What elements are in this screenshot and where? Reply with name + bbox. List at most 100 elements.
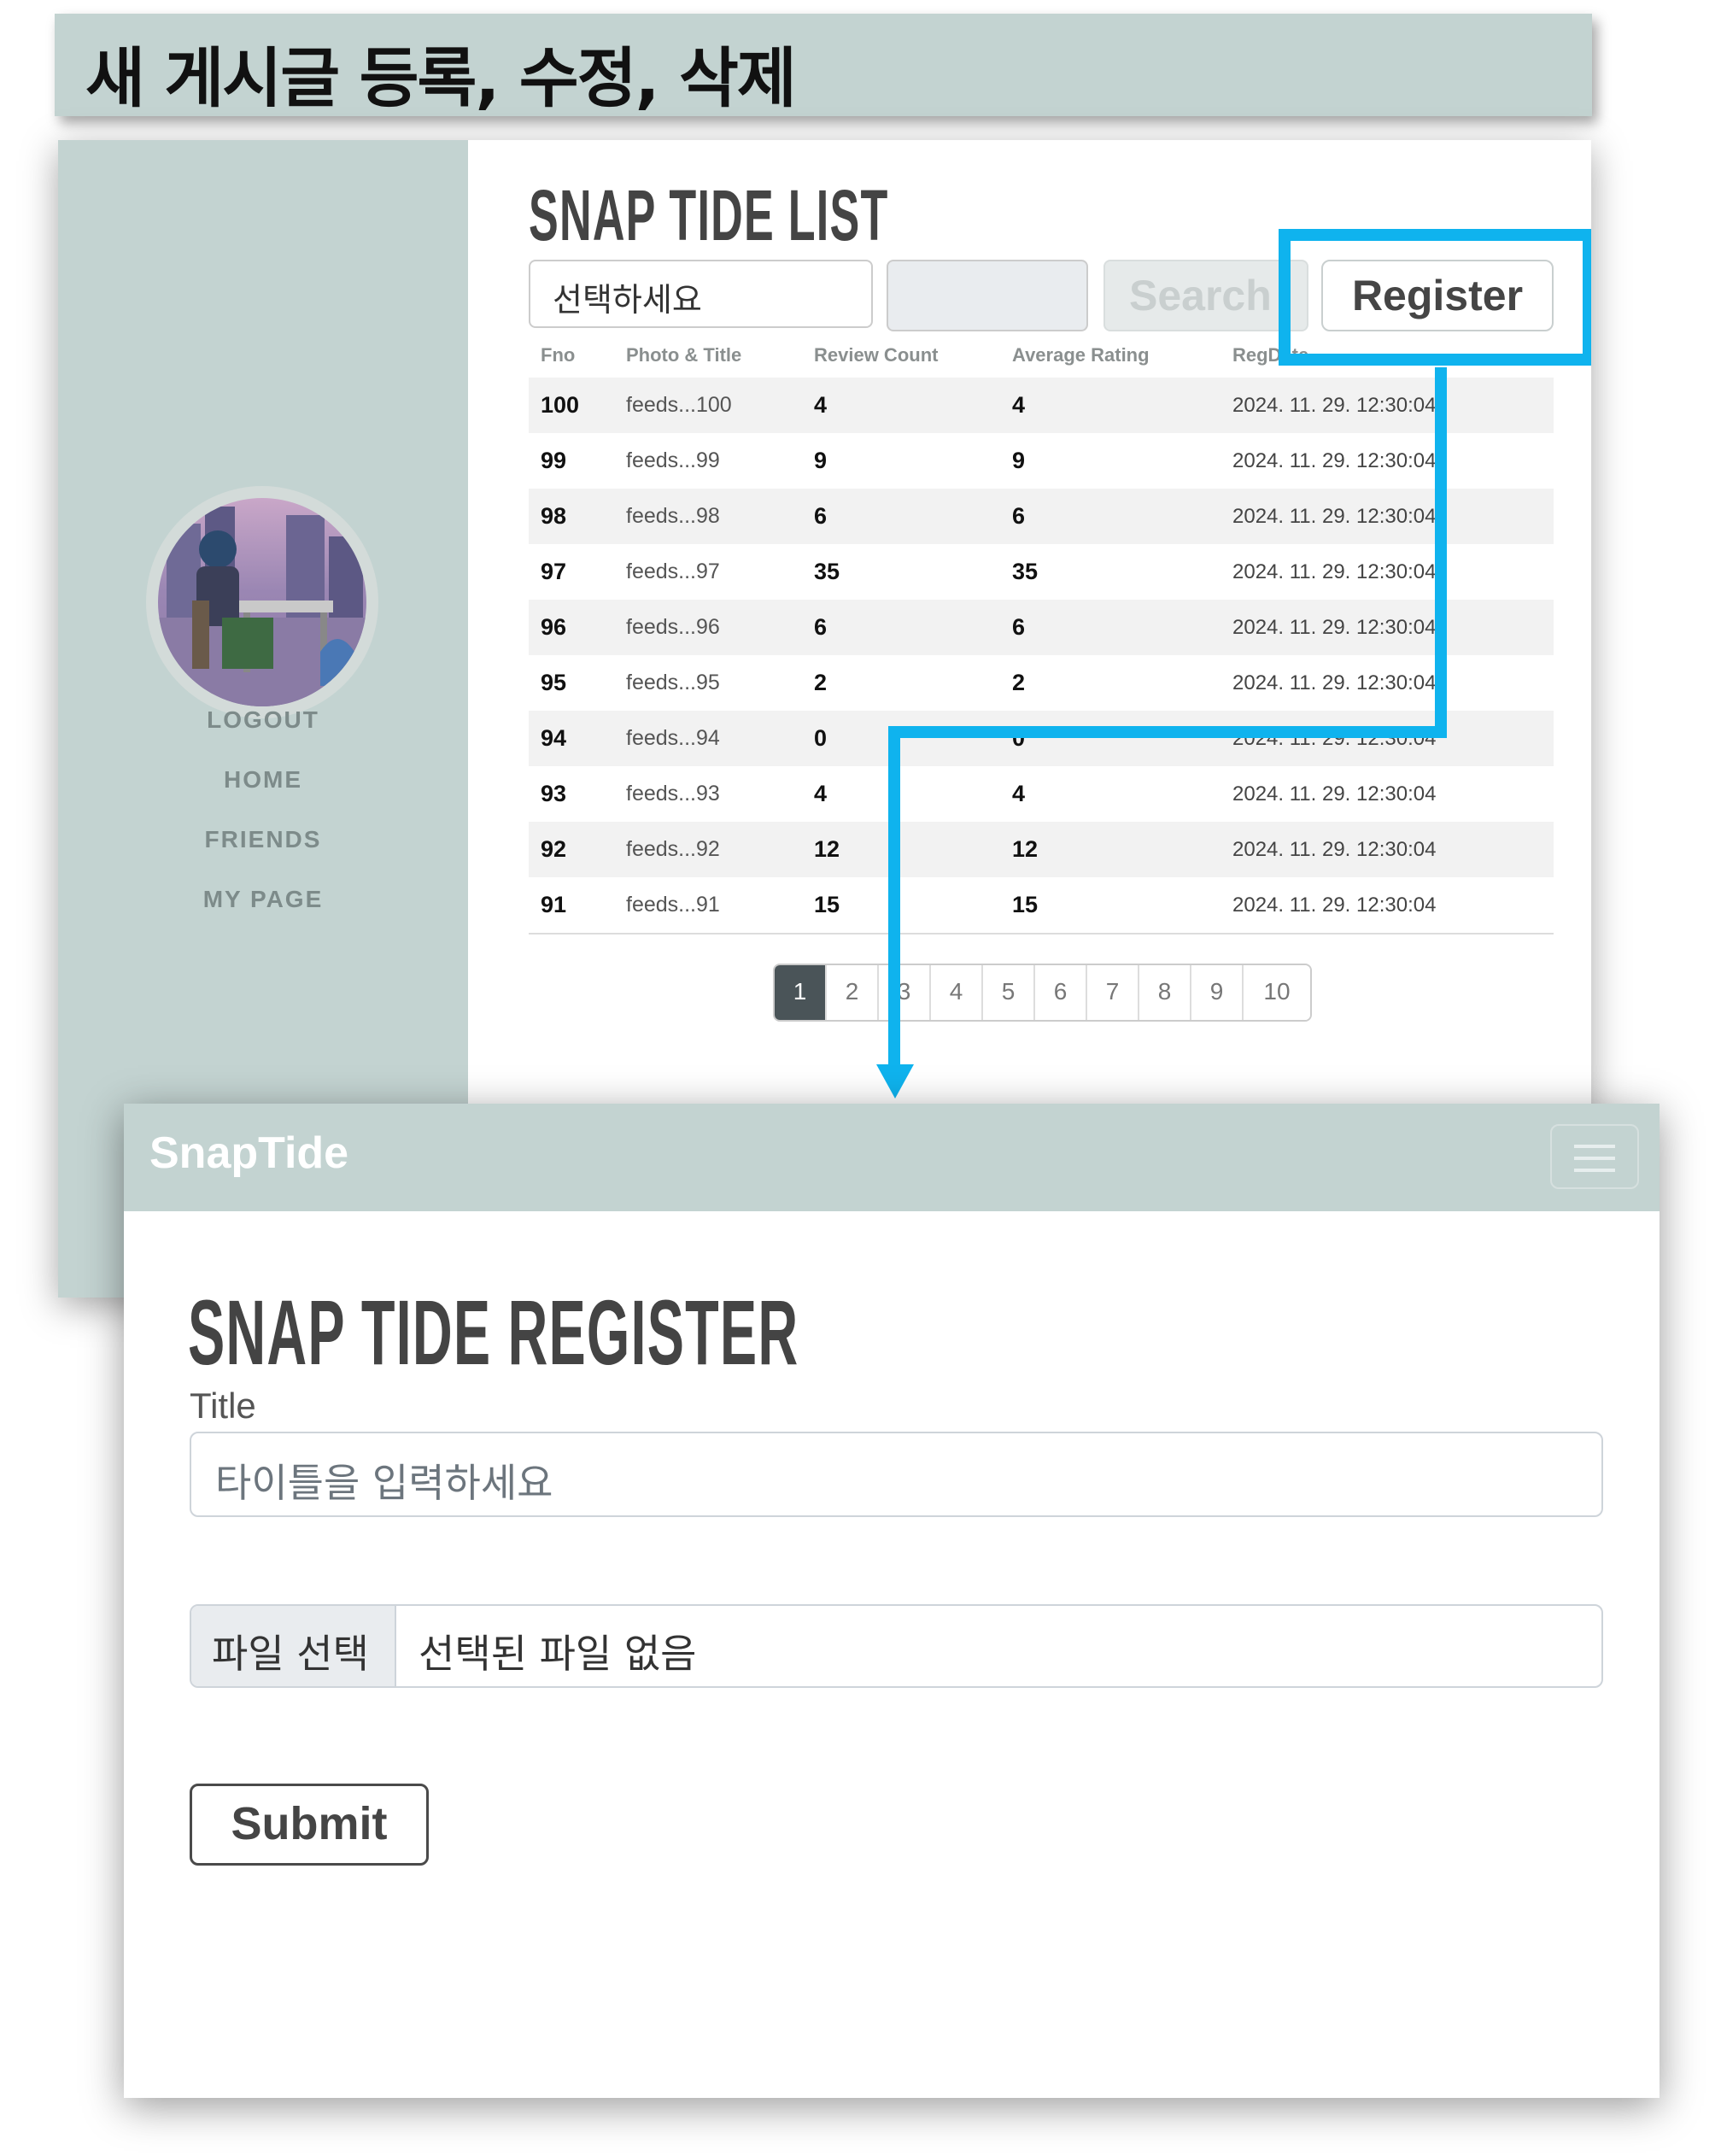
page-link[interactable]: 5 bbox=[983, 965, 1035, 1020]
table-row[interactable]: 94 feeds...94 0 0 2024. 11. 29. 12:30:04 bbox=[529, 711, 1554, 766]
section-banner: 새 게시글 등록, 수정, 삭제 bbox=[55, 14, 1592, 116]
cell-title-link[interactable]: feeds...95 bbox=[626, 655, 814, 711]
table-row[interactable]: 91 feeds...91 15 15 2024. 11. 29. 12:30:… bbox=[529, 877, 1554, 934]
cell-average-rating: 0 bbox=[1012, 711, 1232, 766]
arrow-segment bbox=[1435, 367, 1447, 738]
cell-average-rating: 12 bbox=[1012, 822, 1232, 877]
file-input[interactable]: 파일 선택 선택된 파일 없음 bbox=[190, 1604, 1603, 1688]
list-page-title: SNAP TIDE LIST bbox=[529, 175, 889, 255]
cell-regdate: 2024. 11. 29. 12:30:04 bbox=[1232, 600, 1554, 655]
cell-review-count: 12 bbox=[814, 822, 1012, 877]
cell-review-count: 9 bbox=[814, 448, 828, 473]
arrow-segment bbox=[888, 726, 900, 1068]
table-row[interactable]: 97 feeds...97 35 35 2024. 11. 29. 12:30:… bbox=[529, 544, 1554, 600]
cell-review-count: 4 bbox=[814, 378, 1012, 433]
file-status: 선택된 파일 없음 bbox=[419, 1631, 697, 1677]
table-row[interactable]: 93 feeds...93 4 4 2024. 11. 29. 12:30:04 bbox=[529, 766, 1554, 822]
cell-title-link[interactable]: feeds...96 bbox=[626, 600, 814, 655]
cell-review-count: 0 bbox=[814, 711, 1012, 766]
page-link[interactable]: 6 bbox=[1035, 965, 1087, 1020]
page-link[interactable]: 2 bbox=[827, 965, 879, 1020]
cell-fno: 98 bbox=[529, 489, 626, 544]
pagination: 1 2 3 4 5 6 7 8 9 10 bbox=[773, 964, 1312, 1022]
cell-fno: 93 bbox=[541, 781, 567, 806]
register-page-screenshot: SnapTide SNAP TIDE REGISTER Title 타이틀을 입… bbox=[124, 1104, 1660, 2098]
banner-title: 새 게시글 등록, 수정, 삭제 bbox=[85, 40, 797, 116]
cell-fno: 95 bbox=[541, 670, 567, 695]
title-input[interactable]: 타이틀을 입력하세요 bbox=[190, 1432, 1603, 1517]
cell-title-link[interactable]: feeds...91 bbox=[626, 877, 814, 934]
cell-review-count: 4 bbox=[814, 781, 828, 806]
cell-review-count: 15 bbox=[814, 877, 1012, 934]
submit-button[interactable]: Submit bbox=[190, 1784, 429, 1866]
cell-fno: 96 bbox=[529, 600, 626, 655]
arrow-down-icon bbox=[876, 1064, 914, 1099]
column-header-fno: Fno bbox=[541, 344, 576, 366]
cell-regdate: 2024. 11. 29. 12:30:04 bbox=[1232, 378, 1554, 433]
table-row[interactable]: 92 feeds...92 12 12 2024. 11. 29. 12:30:… bbox=[529, 822, 1554, 877]
cell-average-rating: 2 bbox=[1012, 670, 1026, 695]
avatar-illustration bbox=[158, 498, 366, 706]
table-row[interactable]: 100 feeds...100 4 4 2024. 11. 29. 12:30:… bbox=[529, 378, 1554, 433]
cell-regdate: 2024. 11. 29. 12:30:04 bbox=[1232, 822, 1554, 877]
search-type-select[interactable]: 선택하세요 bbox=[529, 260, 873, 328]
choose-file-label: 파일 선택 bbox=[212, 1631, 369, 1677]
cell-fno: 94 bbox=[529, 711, 626, 766]
choose-file-button[interactable]: 파일 선택 bbox=[191, 1606, 396, 1686]
column-header-review-count: Review Count bbox=[814, 344, 939, 366]
page-link[interactable]: 8 bbox=[1139, 965, 1191, 1020]
search-type-value: 선택하세요 bbox=[553, 281, 702, 319]
page-link[interactable]: 4 bbox=[931, 965, 983, 1020]
cell-average-rating: 6 bbox=[1012, 600, 1232, 655]
avatar-image-icon bbox=[158, 507, 366, 706]
cell-average-rating: 4 bbox=[1012, 781, 1026, 806]
cell-review-count: 35 bbox=[814, 559, 840, 584]
cell-fno: 99 bbox=[541, 448, 567, 473]
sidebar-item-friends[interactable]: FRIENDS bbox=[58, 826, 468, 853]
cell-review-count: 6 bbox=[814, 600, 1012, 655]
search-keyword-input[interactable] bbox=[887, 260, 1088, 331]
cell-regdate: 2024. 11. 29. 12:30:04 bbox=[1232, 711, 1554, 766]
avatar bbox=[146, 486, 378, 718]
cell-regdate: 2024. 11. 29. 12:30:04 bbox=[1232, 877, 1554, 934]
page-link[interactable]: 10 bbox=[1244, 965, 1310, 1020]
page-link[interactable]: 1 bbox=[775, 965, 827, 1020]
feeds-table: Fno Photo & Title Review Count Average R… bbox=[529, 333, 1554, 934]
cell-regdate: 2024. 11. 29. 12:30:04 bbox=[1232, 448, 1437, 472]
title-label: Title bbox=[190, 1386, 256, 1426]
table-row[interactable]: 99 feeds...99 9 9 2024. 11. 29. 12:30:04 bbox=[529, 433, 1554, 489]
cell-review-count: 2 bbox=[814, 670, 828, 695]
cell-average-rating: 6 bbox=[1012, 489, 1232, 544]
table-row[interactable]: 98 feeds...98 6 6 2024. 11. 29. 12:30:04 bbox=[529, 489, 1554, 544]
cell-regdate: 2024. 11. 29. 12:30:04 bbox=[1232, 560, 1437, 583]
column-header-average-rating: Average Rating bbox=[1012, 344, 1150, 366]
cell-title-link[interactable]: feeds...100 bbox=[626, 378, 814, 433]
hamburger-icon[interactable] bbox=[1550, 1124, 1639, 1189]
sidebar-item-my-page[interactable]: MY PAGE bbox=[58, 886, 468, 913]
sidebar-item-logout[interactable]: LOGOUT bbox=[58, 706, 468, 734]
table-row[interactable]: 95 feeds...95 2 2 2024. 11. 29. 12:30:04 bbox=[529, 655, 1554, 711]
cell-average-rating: 9 bbox=[1012, 448, 1026, 473]
column-header-photo-title: Photo & Title bbox=[626, 344, 742, 366]
cell-fno: 100 bbox=[529, 378, 626, 433]
cell-title-link[interactable]: feeds...94 bbox=[626, 711, 814, 766]
page-link[interactable]: 9 bbox=[1191, 965, 1244, 1020]
cell-title-link[interactable]: feeds...92 bbox=[626, 822, 814, 877]
table-row[interactable]: 96 feeds...96 6 6 2024. 11. 29. 12:30:04 bbox=[529, 600, 1554, 655]
cell-fno: 97 bbox=[541, 559, 567, 584]
search-button[interactable]: Search bbox=[1103, 260, 1308, 331]
sidebar-item-home[interactable]: HOME bbox=[58, 766, 468, 794]
page-link[interactable]: 7 bbox=[1087, 965, 1139, 1020]
register-highlight-box bbox=[1279, 229, 1591, 366]
cell-average-rating: 35 bbox=[1012, 559, 1039, 584]
cell-regdate: 2024. 11. 29. 12:30:04 bbox=[1232, 782, 1437, 806]
cell-regdate: 2024. 11. 29. 12:30:04 bbox=[1232, 489, 1554, 544]
register-page-title: SNAP TIDE REGISTER bbox=[188, 1280, 799, 1384]
cell-title-link[interactable]: feeds...97 bbox=[626, 544, 814, 600]
navbar-brand[interactable]: SnapTide bbox=[149, 1128, 348, 1179]
cell-title-link[interactable]: feeds...93 bbox=[626, 766, 814, 822]
page-link[interactable]: 3 bbox=[879, 965, 931, 1020]
cell-title-link[interactable]: feeds...99 bbox=[626, 433, 814, 489]
cell-title-link[interactable]: feeds...98 bbox=[626, 489, 814, 544]
cell-average-rating: 15 bbox=[1012, 877, 1232, 934]
